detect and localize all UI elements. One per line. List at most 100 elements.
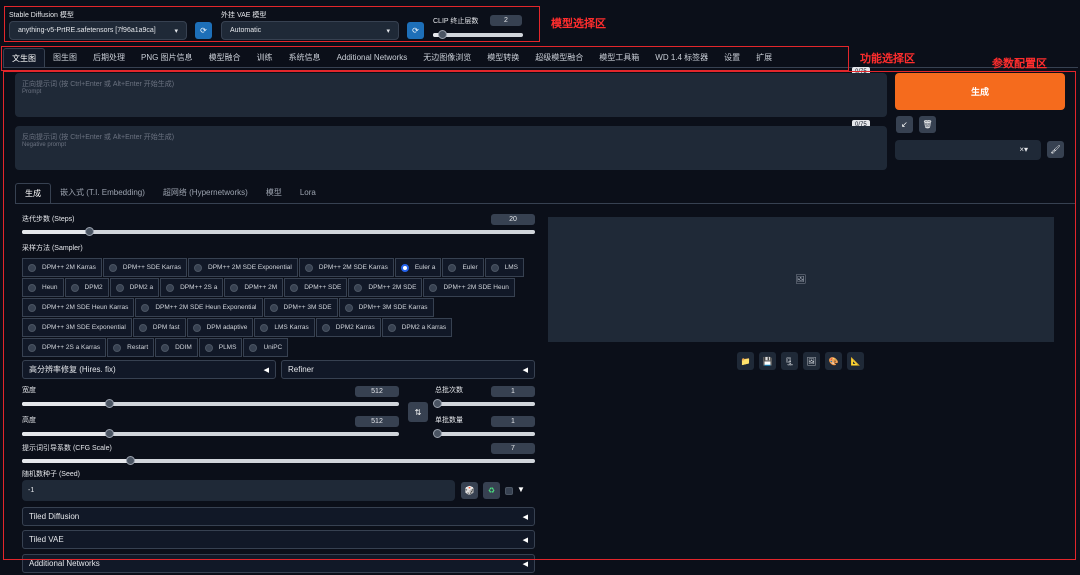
steps-input[interactable]: 20 — [491, 214, 535, 225]
sampler-option[interactable]: DPM++ SDE Karras — [102, 258, 187, 277]
seed-input[interactable]: -1 — [22, 480, 455, 501]
tab-6[interactable]: 系统信息 — [281, 48, 329, 67]
sampler-option[interactable]: UniPC — [243, 338, 289, 357]
close-icon[interactable]: ×▾ — [1019, 145, 1028, 154]
send-to-img2img-icon[interactable]: 🖼 — [803, 352, 820, 370]
tab-2[interactable]: 后期处理 — [85, 48, 133, 67]
width-thumb[interactable] — [104, 399, 114, 408]
vae-select[interactable]: Automatic ▾ — [221, 21, 399, 40]
tab-5[interactable]: 训练 — [249, 48, 281, 67]
tab-1[interactable]: 图生图 — [45, 48, 85, 67]
extension-accordion[interactable]: Tiled VAE ◀ — [22, 530, 535, 549]
sampler-option[interactable]: DDIM — [155, 338, 198, 357]
refresh-vae-button[interactable]: ⟳ — [407, 22, 424, 39]
sampler-option[interactable]: DPM2 Karras — [315, 318, 381, 337]
tab-9[interactable]: 模型转换 — [479, 48, 527, 67]
sampler-option[interactable]: Heun — [22, 278, 64, 297]
styles-select[interactable]: ×▾ — [895, 140, 1041, 160]
sampler-option[interactable]: DPM++ 2M SDE Heun Karras — [22, 298, 135, 317]
tab-12[interactable]: WD 1.4 标签器 — [647, 48, 716, 67]
extension-accordion[interactable]: Additional Networks ◀ — [22, 554, 535, 573]
batch-size-slider[interactable] — [433, 429, 535, 438]
batch-count-input[interactable]: 1 — [491, 386, 535, 397]
extra-seed-checkbox[interactable] — [505, 487, 513, 495]
tab-4[interactable]: 模型融合 — [201, 48, 249, 67]
clip-skip-input[interactable]: 2 — [490, 15, 522, 26]
prompt-textarea[interactable]: 正向提示词 (按 Ctrl+Enter 或 Alt+Enter 开始生成) Pr… — [15, 73, 887, 117]
refresh-model-button[interactable]: ⟳ — [195, 22, 212, 39]
sampler-option[interactable]: DPM++ 2M SDE — [348, 278, 423, 297]
sampler-option[interactable]: Restart — [107, 338, 155, 357]
refiner-accordion[interactable]: Refiner ◀ — [281, 360, 535, 379]
tab-14[interactable]: 扩展 — [748, 48, 780, 67]
sampler-option[interactable]: DPM++ 2M SDE Exponential — [188, 258, 298, 277]
expand-seed-icon[interactable]: ▼ — [517, 485, 525, 494]
tab-13[interactable]: 设置 — [716, 48, 748, 67]
tab-10[interactable]: 超级模型融合 — [527, 48, 591, 67]
paste-params-button[interactable]: ↙ — [896, 116, 913, 133]
batch-count-thumb[interactable] — [433, 399, 442, 408]
height-slider[interactable] — [22, 429, 399, 438]
subtab-4[interactable]: Lora — [291, 183, 325, 203]
sampler-option[interactable]: DPM++ 3M SDE Karras — [338, 298, 434, 317]
clear-prompt-button[interactable]: 🗑 — [919, 116, 936, 133]
batch-size-input[interactable]: 1 — [491, 416, 535, 427]
batch-count-slider[interactable] — [433, 399, 535, 408]
ruler-icon[interactable]: 📐 — [847, 352, 864, 370]
sampler-option[interactable]: Euler — [442, 258, 484, 277]
tab-0[interactable]: 文生图 — [3, 48, 45, 67]
negative-prompt-textarea[interactable]: 反向提示词 (按 Ctrl+Enter 或 Alt+Enter 开始生成) Ne… — [15, 126, 887, 170]
tab-7[interactable]: Additional Networks — [329, 48, 416, 67]
random-seed-button[interactable]: 🎲 — [461, 482, 478, 499]
batch-size-thumb[interactable] — [433, 429, 442, 438]
extension-accordion[interactable]: Tiled Diffusion ◀ — [22, 507, 535, 526]
steps-thumb[interactable] — [84, 227, 94, 236]
sampler-option[interactable]: DPM++ 3M SDE — [263, 298, 338, 317]
folder-icon[interactable]: 📁 — [737, 352, 754, 370]
subtab-1[interactable]: 嵌入式 (T.I. Embedding) — [51, 183, 154, 203]
tab-8[interactable]: 无边图像浏览 — [415, 48, 479, 67]
tab-3[interactable]: PNG 图片信息 — [133, 48, 201, 67]
height-thumb[interactable] — [104, 429, 114, 438]
sampler-option[interactable]: DPM++ 2M SDE Karras — [298, 258, 394, 277]
width-slider[interactable] — [22, 399, 399, 408]
sampler-option[interactable]: DPM++ 3M SDE Exponential — [22, 318, 132, 337]
subtab-0[interactable]: 生成 — [15, 183, 51, 203]
sd-model-select[interactable]: anything-v5-PrtRE.safetensors [7f96a1a9c… — [9, 21, 187, 40]
tab-11[interactable]: 模型工具箱 — [591, 48, 647, 67]
sampler-option[interactable]: Euler a — [394, 258, 442, 277]
generate-button[interactable]: 生成 — [895, 73, 1065, 110]
apply-style-button[interactable]: 🖌 — [1047, 141, 1064, 158]
sampler-option[interactable]: DPM++ 2M SDE Heun Exponential — [135, 298, 263, 317]
clip-skip-slider[interactable] — [433, 30, 523, 39]
swap-dimensions-button[interactable]: ⇅ — [408, 402, 428, 422]
sampler-option[interactable]: DPM adaptive — [186, 318, 254, 337]
cfg-input[interactable]: 7 — [491, 443, 535, 454]
height-input[interactable]: 512 — [355, 416, 399, 427]
cfg-slider[interactable] — [22, 456, 535, 465]
sampler-option[interactable]: DPM2 — [64, 278, 109, 297]
subtab-2[interactable]: 超网络 (Hypernetworks) — [154, 183, 257, 203]
sampler-option[interactable]: DPM++ 2S a Karras — [22, 338, 107, 357]
subtab-3[interactable]: 模型 — [257, 183, 291, 203]
sampler-option[interactable]: DPM fast — [132, 318, 186, 337]
cfg-thumb[interactable] — [125, 456, 135, 465]
sampler-option[interactable]: DPM++ 2M — [224, 278, 284, 297]
sampler-option[interactable]: LMS — [484, 258, 524, 277]
sampler-option[interactable]: PLMS — [198, 338, 243, 357]
sampler-option[interactable]: DPM2 a Karras — [381, 318, 453, 337]
palette-icon[interactable]: 🎨 — [825, 352, 842, 370]
sampler-option[interactable]: DPM++ 2M SDE Heun — [423, 278, 515, 297]
width-input[interactable]: 512 — [355, 386, 399, 397]
clip-skip-thumb[interactable] — [438, 30, 447, 39]
sampler-option[interactable]: DPM2 a — [109, 278, 160, 297]
sampler-option[interactable]: DPM++ 2M Karras — [22, 258, 102, 277]
save-icon[interactable]: 💾 — [759, 352, 776, 370]
sampler-option[interactable]: DPM++ SDE — [284, 278, 348, 297]
zip-icon[interactable]: 🗜 — [781, 352, 798, 370]
sampler-option[interactable]: LMS Karras — [254, 318, 315, 337]
sampler-option[interactable]: DPM++ 2S a — [160, 278, 224, 297]
reuse-seed-button[interactable]: ♻ — [483, 482, 500, 499]
steps-slider[interactable] — [22, 227, 535, 236]
hires-fix-accordion[interactable]: 高分辨率修复 (Hires. fix) ◀ — [22, 360, 276, 379]
